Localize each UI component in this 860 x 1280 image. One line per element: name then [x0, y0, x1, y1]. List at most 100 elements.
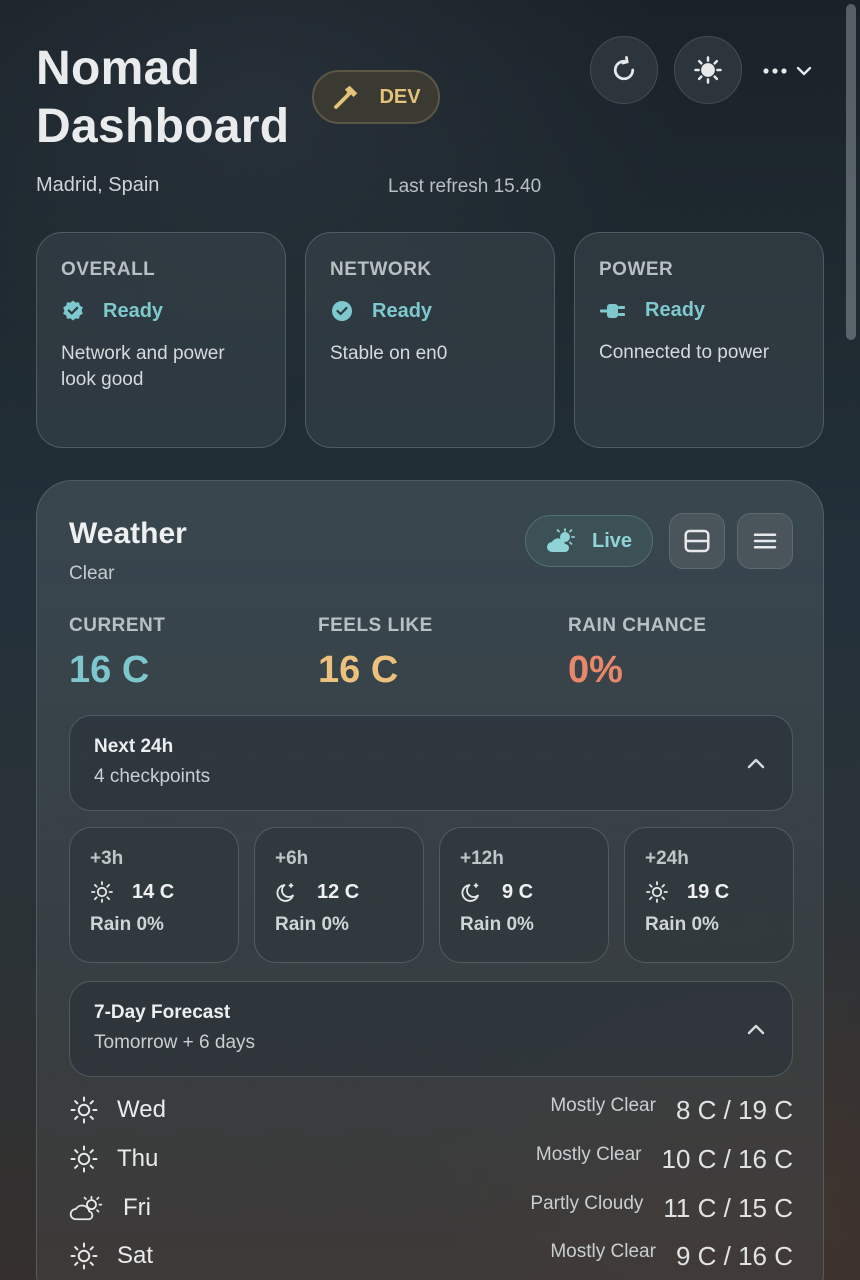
hour-label: +24h [645, 848, 689, 869]
compact-view-button[interactable] [669, 513, 725, 569]
scrollbar[interactable] [846, 4, 856, 340]
metric-value: 16 C [318, 649, 399, 691]
metric-value: 0% [568, 649, 623, 691]
status-card-label: NETWORK [330, 259, 432, 280]
status-state-label: Ready [372, 299, 433, 322]
forecast-condition: Mostly Clear [535, 1144, 642, 1165]
status-card-overall: OVERALL Ready Network and power look goo… [36, 232, 286, 448]
forecast-temps: 10 C / 16 C [661, 1143, 793, 1174]
section-title: 7-Day Forecast [94, 1002, 231, 1023]
location-label: Madrid, Spain [36, 174, 160, 196]
hourly-card: +3h 14 C Rain 0% [69, 827, 239, 963]
page-title-line2: Dashboard [36, 100, 290, 153]
moon-icon [276, 883, 294, 902]
hour-label: +12h [460, 848, 504, 869]
metric-current: CURRENT 16 C [69, 615, 165, 692]
moon-icon [461, 883, 479, 902]
metric-label: CURRENT [69, 615, 166, 636]
status-card-network: NETWORK Ready Stable on en0 [305, 232, 555, 448]
hour-rain: Rain 0% [90, 914, 164, 935]
chevron-up-icon [747, 758, 765, 769]
section-title: Next 24h [94, 736, 174, 757]
hour-temp: 14 C [132, 880, 175, 903]
refresh-icon [613, 56, 635, 81]
forecast-day-row: Fri Partly Cloudy 11 C / 15 C [69, 1188, 793, 1228]
live-toggle[interactable]: Live [525, 515, 653, 567]
hamburger-icon [753, 533, 777, 549]
verified-badge-icon [63, 300, 83, 321]
more-menu-button[interactable] [762, 56, 818, 86]
dev-badge: DEV [312, 70, 440, 124]
forecast-temps: 8 C / 19 C [675, 1094, 793, 1125]
partly-cloudy-icon [69, 1195, 103, 1221]
weather-panel: Weather Clear Live CURRENT 16 C FEELS LI… [36, 480, 824, 1280]
hour-rain: Rain 0% [645, 914, 719, 935]
live-label: Live [591, 529, 633, 552]
hourly-card: +6h 12 C Rain 0% [254, 827, 424, 963]
panel-layout-icon [684, 529, 710, 553]
status-description: Connected to power [599, 342, 770, 363]
metric-label: FEELS LIKE [318, 615, 433, 636]
forecast-day-row: Sat Mostly Clear 9 C / 16 C [69, 1236, 793, 1276]
forecast-temps: 9 C / 16 C [675, 1240, 793, 1271]
check-circle-icon [332, 301, 352, 321]
next-24h-section[interactable]: Next 24h 4 checkpoints [69, 715, 793, 811]
last-refresh-label: Last refresh 15.40 [388, 176, 542, 197]
sun-icon [70, 1145, 98, 1173]
sun-icon [91, 881, 113, 903]
sun-icon [694, 56, 722, 84]
forecast-condition: Mostly Clear [550, 1241, 656, 1262]
hammer-icon [334, 85, 358, 109]
status-state: Ready [61, 299, 261, 323]
forecast-day-name: Thu [117, 1145, 159, 1172]
status-state-label: Ready [103, 299, 164, 322]
hourly-card: +24h 19 C Rain 0% [624, 827, 794, 963]
status-description: Stable on en0 [330, 343, 448, 364]
metric-label: RAIN CHANCE [568, 615, 707, 636]
forecast-day-name: Sat [117, 1242, 154, 1269]
hour-temp: 9 C [502, 880, 534, 903]
partly-cloudy-icon [546, 528, 575, 552]
forecast-temps: 11 C / 15 C [663, 1192, 793, 1223]
sun-icon [70, 1242, 98, 1270]
status-state: Ready [599, 299, 799, 322]
status-card-label: POWER [599, 259, 674, 280]
dev-badge-label: DEV [379, 85, 421, 108]
chevron-up-icon [747, 1024, 765, 1035]
metric-value: 16 C [69, 649, 150, 691]
refresh-button[interactable] [590, 36, 658, 104]
page-title: Nomad Dashboard [36, 40, 289, 156]
status-state: Ready [330, 299, 530, 323]
hour-temp: 12 C [317, 880, 360, 903]
seven-day-forecast-section[interactable]: 7-Day Forecast Tomorrow + 6 days [69, 981, 793, 1077]
status-description: Network and power look good [61, 343, 225, 390]
hour-rain: Rain 0% [460, 914, 534, 935]
hourly-card: +12h 9 C Rain 0% [439, 827, 609, 963]
status-card-power: POWER Ready Connected to power [574, 232, 824, 448]
theme-toggle-button[interactable] [674, 36, 742, 104]
forecast-day-name: Wed [117, 1096, 166, 1123]
forecast-condition: Partly Cloudy [530, 1193, 644, 1214]
sun-icon [70, 1096, 98, 1124]
forecast-day-name: Fri [123, 1194, 151, 1221]
weather-title: Weather [69, 517, 187, 550]
section-subtitle: Tomorrow + 6 days [94, 1032, 256, 1053]
status-card-label: OVERALL [61, 259, 156, 280]
forecast-day-row: Wed Mostly Clear 8 C / 19 C [69, 1090, 793, 1130]
metric-feels-like: FEELS LIKE 16 C [318, 615, 433, 692]
metric-rain-chance: RAIN CHANCE 0% [568, 615, 707, 692]
forecast-condition: Mostly Clear [550, 1095, 656, 1116]
page-title-line1: Nomad [36, 42, 201, 95]
hour-label: +6h [275, 848, 309, 869]
sun-icon [646, 881, 668, 903]
forecast-day-row: Thu Mostly Clear 10 C / 16 C [69, 1139, 793, 1179]
plug-icon [600, 303, 625, 318]
chevron-down-icon [796, 66, 812, 76]
hour-label: +3h [90, 848, 124, 869]
hour-rain: Rain 0% [275, 914, 349, 935]
menu-button[interactable] [737, 513, 793, 569]
status-state-label: Ready [645, 299, 706, 321]
more-dots-icon [763, 68, 787, 74]
hour-temp: 19 C [687, 880, 730, 903]
section-subtitle: 4 checkpoints [94, 766, 211, 787]
